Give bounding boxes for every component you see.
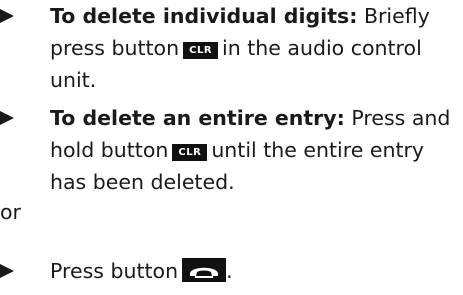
instruction-text: unit. [50, 68, 97, 92]
instruction-heading: To delete individual digits: [50, 4, 358, 28]
instruction-text: has been deleted. [50, 170, 235, 194]
instruction-text: in the audio control [222, 36, 422, 60]
bullet-arrow-icon [0, 111, 14, 125]
bullet-arrow-icon [0, 9, 14, 23]
clr-key-icon: CLR [183, 42, 219, 59]
instruction-text: press button [50, 36, 180, 60]
instruction-heading: To delete an entire entry: [50, 106, 345, 130]
bullet-arrow-icon [0, 264, 14, 278]
clr-key-icon: CLR [172, 144, 208, 161]
hang-up-phone-icon [182, 258, 227, 282]
instruction-text-3: Press button. [50, 255, 463, 287]
instruction-text: Press button [50, 259, 179, 283]
instruction-text: . [226, 259, 233, 283]
instruction-text-1: To delete individual digits: Briefly pre… [50, 0, 463, 96]
instruction-text-2: To delete an entire entry: Press and hol… [50, 102, 463, 198]
or-separator: or [0, 200, 21, 224]
instruction-text: until the entire entry [211, 138, 425, 162]
instruction-text: Press and [344, 106, 451, 130]
instruction-text: Briefly [357, 4, 430, 28]
instruction-text: hold button [50, 138, 169, 162]
